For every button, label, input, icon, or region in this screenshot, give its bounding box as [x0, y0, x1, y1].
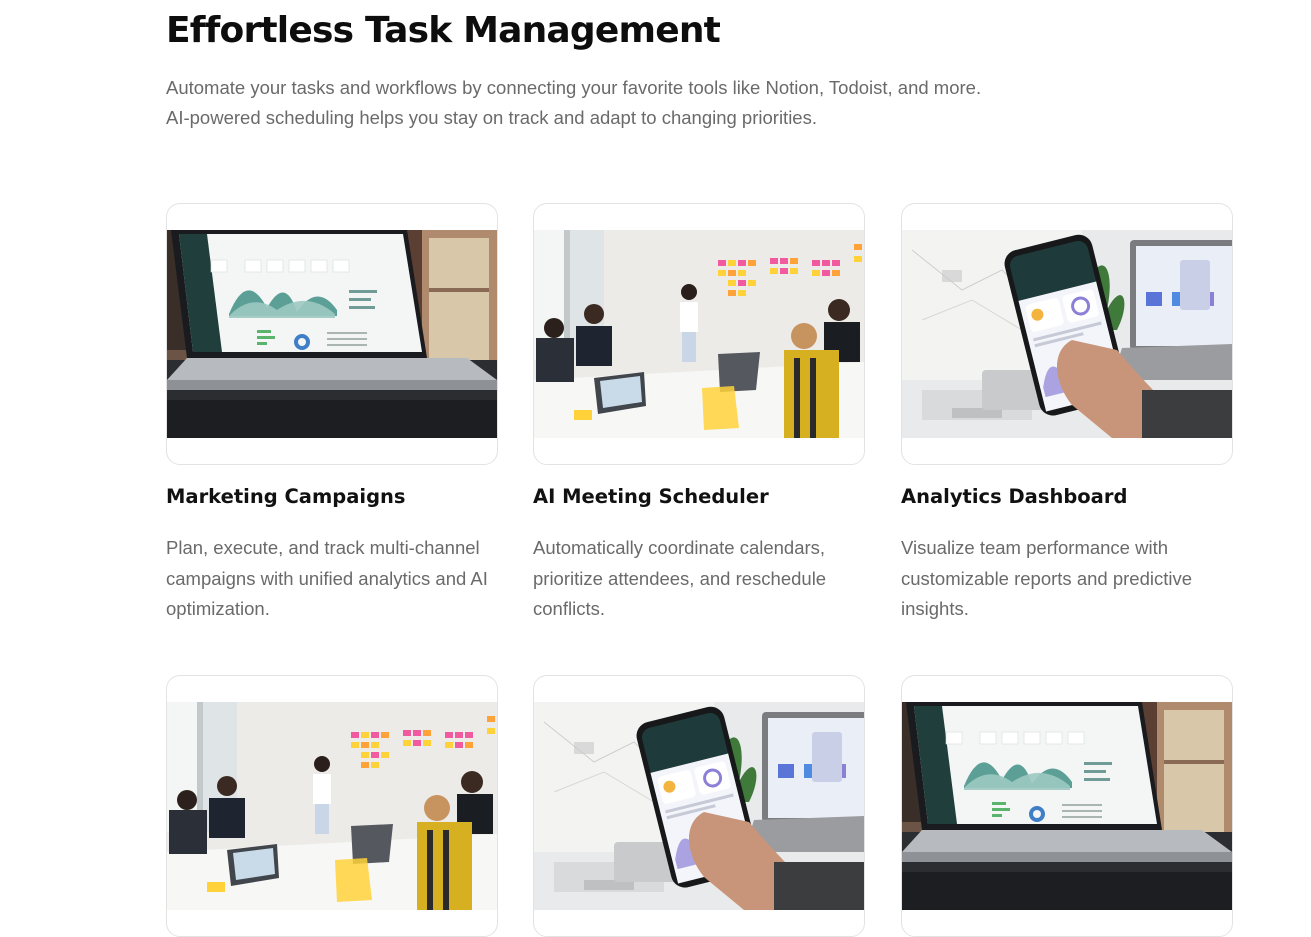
card-image-laptop-dashboard	[166, 203, 498, 465]
feature-card-marketing-campaigns[interactable]: Marketing Campaigns Plan, execute, and t…	[166, 203, 498, 619]
page-title: Effortless Task Management	[166, 10, 721, 51]
card-image-phone-app	[533, 675, 865, 937]
feature-card-4[interactable]	[166, 675, 498, 937]
phone-app-photo	[534, 702, 864, 910]
card-description: Plan, execute, and track multi-channel c…	[166, 537, 488, 619]
feature-card-ai-meeting-scheduler[interactable]: AI Meeting Scheduler Automatically coord…	[533, 203, 865, 619]
feature-card-6[interactable]	[901, 675, 1233, 937]
laptop-dashboard-photo	[902, 702, 1232, 910]
team-meeting-photo	[534, 230, 864, 438]
intro-text: Automate your tasks and workflows by con…	[166, 77, 982, 128]
card-image-laptop-dashboard	[901, 675, 1233, 937]
card-image-phone-app	[901, 203, 1233, 465]
card-description: Visualize team performance with customiz…	[901, 537, 1193, 619]
card-image-team-meeting	[533, 203, 865, 465]
card-image-team-meeting	[166, 675, 498, 937]
card-title: Analytics Dashboard	[901, 485, 1128, 508]
feature-card-analytics-dashboard[interactable]: Analytics Dashboard Visualize team perfo…	[901, 203, 1233, 619]
team-meeting-photo	[167, 702, 497, 910]
card-title: Marketing Campaigns	[166, 485, 406, 508]
feature-card-5[interactable]	[533, 675, 865, 937]
card-title: AI Meeting Scheduler	[533, 485, 769, 508]
laptop-dashboard-photo	[167, 230, 497, 438]
phone-app-photo	[902, 230, 1232, 438]
card-description: Automatically coordinate calendars, prio…	[533, 537, 827, 619]
